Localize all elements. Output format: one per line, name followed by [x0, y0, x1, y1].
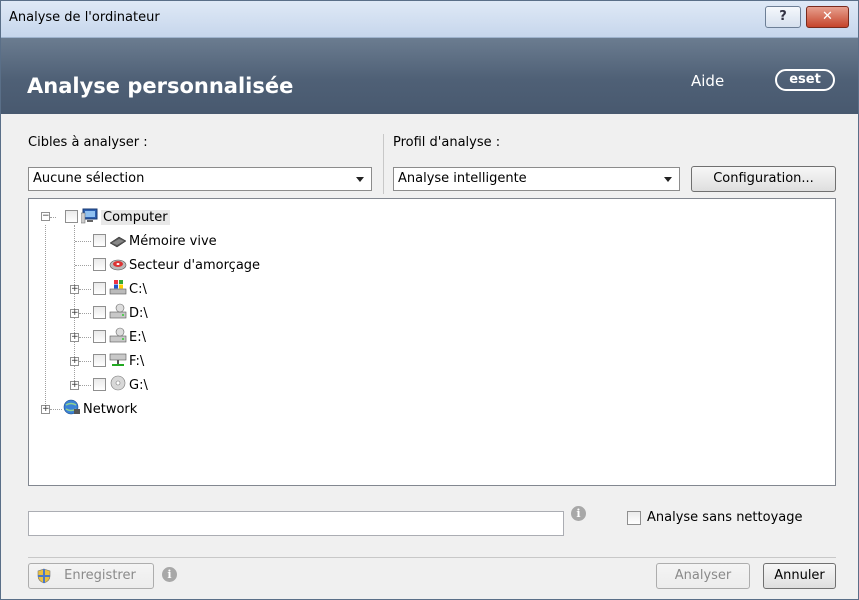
expand-icon[interactable]: +: [41, 405, 50, 414]
save-button[interactable]: Enregistrer: [28, 563, 154, 589]
help-link[interactable]: Aide: [691, 72, 724, 90]
shield-icon: [37, 568, 51, 584]
tree-checkbox[interactable]: [93, 282, 106, 295]
dropdown-arrow-icon: [356, 177, 364, 182]
tree-checkbox[interactable]: [93, 258, 106, 271]
header-banner: Analyse personnalisée Aide eset: [1, 38, 858, 114]
tree-node-drive-g[interactable]: + G:\: [29, 375, 429, 397]
tree-connector: [75, 265, 91, 266]
cd-drive-icon: [110, 375, 126, 391]
tree-node-label: G:\: [129, 378, 148, 393]
expand-icon[interactable]: +: [70, 381, 79, 390]
tree-connector: [79, 385, 91, 386]
tree-node-drive-c[interactable]: + C:\: [29, 279, 429, 301]
tree-node-label: Mémoire vive: [129, 234, 217, 249]
tree-connector: [75, 241, 91, 242]
tree-node-drive-e[interactable]: + E:\: [29, 327, 429, 349]
profile-label: Profil d'analyse :: [393, 135, 501, 150]
tree-node-label: Network: [83, 402, 138, 417]
computer-icon: [81, 208, 98, 224]
expand-icon[interactable]: +: [70, 357, 79, 366]
title-bar: Analyse de l'ordinateur ? ✕: [1, 1, 858, 38]
tree-checkbox[interactable]: [93, 306, 106, 319]
save-button-label: Enregistrer: [64, 568, 136, 583]
network-drive-icon: [109, 353, 127, 366]
scan-target-tree[interactable]: − Computer Mémoire vive Secteur d'amorça…: [28, 198, 836, 486]
close-button[interactable]: ✕: [806, 6, 849, 28]
tree-connector: [50, 217, 56, 218]
boot-sector-disk-icon: [109, 259, 127, 271]
page-title: Analyse personnalisée: [27, 74, 294, 98]
tree-connector: [79, 289, 91, 290]
tree-node-label: E:\: [129, 330, 146, 345]
tree-node-drive-f[interactable]: + F:\: [29, 351, 429, 373]
targets-dropdown[interactable]: Aucune sélection: [28, 167, 372, 191]
targets-label: Cibles à analyser :: [28, 135, 148, 150]
tree-node-label: D:\: [129, 306, 148, 321]
tree-node-drive-d[interactable]: + D:\: [29, 303, 429, 325]
tree-checkbox[interactable]: [93, 234, 106, 247]
expand-icon[interactable]: +: [70, 309, 79, 318]
tree-checkbox[interactable]: [93, 354, 106, 367]
tree-checkbox[interactable]: [65, 210, 78, 223]
no-clean-checkbox[interactable]: [627, 511, 641, 525]
scan-button[interactable]: Analyser: [656, 563, 750, 589]
profile-selected-value: Analyse intelligente: [398, 171, 527, 186]
info-icon[interactable]: i: [571, 506, 586, 521]
no-clean-label: Analyse sans nettoyage: [647, 510, 803, 525]
tree-node-boot-sector[interactable]: Secteur d'amorçage: [29, 255, 429, 277]
tree-node-label: F:\: [129, 354, 145, 369]
tree-connector: [79, 313, 91, 314]
expand-icon[interactable]: +: [70, 333, 79, 342]
scan-path-input[interactable]: [28, 511, 564, 536]
profile-dropdown[interactable]: Analyse intelligente: [393, 167, 680, 191]
dropdown-arrow-icon: [664, 177, 672, 182]
collapse-icon[interactable]: −: [41, 212, 50, 221]
hard-drive-icon: [109, 327, 127, 343]
tree-checkbox[interactable]: [93, 378, 106, 391]
help-button[interactable]: ?: [765, 6, 801, 28]
tree-node-ram[interactable]: Mémoire vive: [29, 231, 429, 253]
scan-dialog-window: Analyse de l'ordinateur ? ✕ Analyse pers…: [0, 0, 859, 600]
eset-logo: eset: [775, 69, 835, 91]
tree-node-label: C:\: [129, 282, 147, 297]
info-icon[interactable]: i: [162, 567, 177, 582]
tree-connector: [50, 409, 62, 410]
column-divider: [383, 134, 384, 194]
tree-checkbox[interactable]: [93, 330, 106, 343]
windows-drive-icon: [109, 280, 127, 295]
window-title: Analyse de l'ordinateur: [9, 10, 160, 25]
tree-node-network[interactable]: + Network: [29, 399, 429, 421]
hard-drive-icon: [109, 303, 127, 319]
tree-connector: [79, 361, 91, 362]
tree-connector: [79, 337, 91, 338]
footer-divider: [28, 557, 836, 558]
tree-node-computer[interactable]: − Computer: [29, 207, 429, 229]
tree-node-label: Secteur d'amorçage: [129, 258, 261, 273]
configuration-button[interactable]: Configuration...: [691, 166, 836, 192]
targets-selected-value: Aucune sélection: [33, 171, 145, 186]
cancel-button[interactable]: Annuler: [763, 563, 836, 589]
tree-node-label: Computer: [101, 210, 170, 225]
network-globe-icon: [63, 399, 80, 415]
expand-icon[interactable]: +: [70, 285, 79, 294]
ram-chip-icon: [109, 236, 127, 248]
